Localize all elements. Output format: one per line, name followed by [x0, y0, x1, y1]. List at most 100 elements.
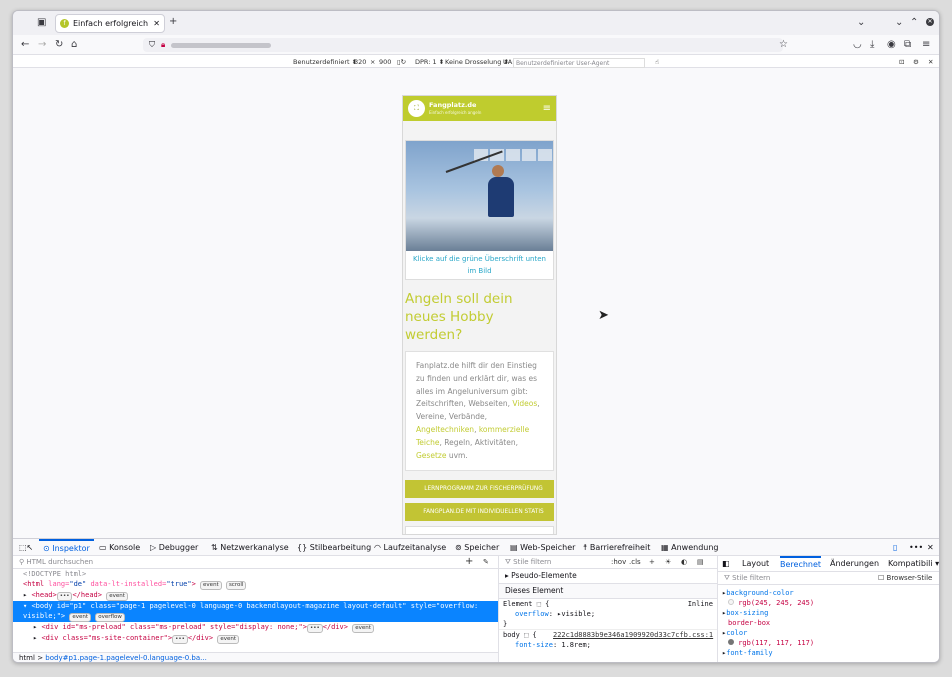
- thumbnail[interactable]: [506, 149, 520, 161]
- preload-div-node[interactable]: ▸ <div id="ms-preload" class="ms-preload…: [13, 622, 498, 633]
- computed-property[interactable]: ▸font-family: [718, 648, 939, 658]
- collapsed-badge[interactable]: •••: [306, 624, 323, 633]
- chevron-down-icon[interactable]: ⌄: [857, 18, 865, 28]
- computed-property[interactable]: ▸box-sizing: [718, 608, 939, 618]
- gesetze-link[interactable]: Gesetze: [416, 451, 446, 460]
- forward-icon[interactable]: →: [38, 40, 46, 50]
- thumbnail[interactable]: [522, 149, 536, 161]
- tab-inspektor[interactable]: ⊙ Inspektor: [39, 539, 94, 556]
- browser-styles-checkbox[interactable]: ☐ Browser-Stile: [878, 572, 932, 584]
- ua-input[interactable]: Benutzerdefinierter User-Agent: [513, 58, 645, 68]
- cls-toggle[interactable]: .cls: [629, 556, 641, 568]
- shield-icon[interactable]: ⛉: [149, 40, 155, 50]
- tab-speicher[interactable]: ⊚ Speicher: [455, 539, 499, 556]
- element-rule[interactable]: Element ⬚ {Inline: [499, 599, 717, 609]
- close-tab-icon[interactable]: ✕: [153, 19, 160, 28]
- doctype-line[interactable]: <!DOCTYPE html>: [13, 569, 498, 579]
- tab-layout[interactable]: Layout: [742, 556, 769, 572]
- computed-property[interactable]: ▸background-color: [718, 588, 939, 598]
- lernprogramm-button[interactable]: LERNPROGRAMM ZUR FISCHERPRÜFUNG: [405, 480, 554, 499]
- add-rule-icon[interactable]: +: [649, 556, 655, 568]
- lock-icon[interactable]: 🔒︎: [161, 40, 165, 50]
- settings-gear-icon[interactable]: ⚙: [913, 58, 919, 66]
- angeltechniken-link[interactable]: Angeltechniken: [416, 425, 474, 434]
- close-rdm-icon[interactable]: ✕: [928, 58, 933, 66]
- breadcrumb-body[interactable]: body#p1.page-1.pagelevel-0.language-0.ba…: [45, 654, 207, 662]
- computed-filter-input[interactable]: Stile filtern: [732, 574, 770, 582]
- tab-aenderungen[interactable]: Änderungen: [830, 556, 879, 572]
- pseudo-elements-section[interactable]: ▸ Pseudo-Elemente: [499, 569, 717, 584]
- tab-berechnet[interactable]: Berechnet: [780, 556, 822, 572]
- tab-konsole[interactable]: ▭ Konsole: [99, 539, 140, 556]
- account-icon[interactable]: ◉: [887, 40, 896, 50]
- stylesheet-link[interactable]: 222c1d8883b9e346a1909920d33c7cfb.css:1: [553, 630, 713, 640]
- menu-icon[interactable]: ≡: [922, 40, 930, 50]
- html-search-input[interactable]: HTML durchsuchen: [26, 558, 93, 566]
- collapsed-badge[interactable]: •••: [172, 635, 188, 644]
- fontsize-declaration[interactable]: font-size: 1.8rem;: [499, 640, 717, 650]
- videos-link[interactable]: Videos: [512, 399, 537, 408]
- tab-stilbearbeitung[interactable]: {} Stilbearbeitung: [297, 539, 371, 556]
- computed-property[interactable]: ▸color: [718, 628, 939, 638]
- event-badge[interactable]: event: [352, 624, 374, 633]
- hov-toggle[interactable]: :hov: [611, 556, 626, 568]
- extensions-icon[interactable]: ⧉: [904, 40, 911, 50]
- hero-image[interactable]: [406, 141, 553, 251]
- url-bar[interactable]: ⛉ 🔒︎: [143, 38, 783, 52]
- throttle-select[interactable]: Keine Drosselung ⬍: [445, 58, 509, 66]
- touch-icon[interactable]: ☝: [655, 58, 659, 66]
- color-swatch[interactable]: [728, 599, 734, 605]
- close-window-icon[interactable]: ✕: [926, 18, 934, 26]
- hamburger-menu-icon[interactable]: ≡: [543, 103, 551, 114]
- tab-anwendung[interactable]: ▦ Anwendung: [661, 539, 718, 556]
- eyedropper-icon[interactable]: ✎: [483, 556, 489, 568]
- screenshot-icon[interactable]: ⊡: [899, 58, 904, 66]
- height-input[interactable]: 900: [379, 58, 391, 66]
- site-container-node[interactable]: ▸ <div class="ms-site-container"> ••• </di…: [13, 633, 498, 644]
- devtools-menu-icon[interactable]: •••: [909, 539, 923, 556]
- body-node-selected[interactable]: ▾ <body id="p1" class="page-1 pagelevel-…: [13, 601, 498, 622]
- event-badge[interactable]: event: [200, 581, 222, 590]
- tab-laufzeitanalyse[interactable]: ◠ Laufzeitanalyse: [374, 539, 446, 556]
- tab-barrierefreiheit[interactable]: ☨ Barrierefreiheit: [583, 539, 650, 556]
- styles-filter-input[interactable]: Stile filtern: [513, 558, 551, 566]
- light-mode-icon[interactable]: ☀: [665, 556, 671, 568]
- body-rule[interactable]: body ⬚ {222c1d8883b9e346a1909920d33c7cfb…: [499, 629, 717, 640]
- tab-debugger[interactable]: ▷ Debugger: [150, 539, 198, 556]
- tab-list-icon[interactable]: ▣: [37, 18, 46, 28]
- collapsed-badge[interactable]: •••: [56, 592, 73, 601]
- scroll-badge[interactable]: scroll: [225, 581, 247, 590]
- event-badge[interactable]: event: [217, 635, 240, 644]
- thumbnail[interactable]: [538, 149, 552, 161]
- sidebar-toggle-icon[interactable]: ◧: [722, 556, 730, 572]
- add-node-icon[interactable]: +: [465, 556, 473, 568]
- bookmark-star-icon[interactable]: ☆: [779, 40, 788, 50]
- home-icon[interactable]: ⌂: [71, 40, 77, 50]
- head-node[interactable]: ▸ <head> ••• </head> event: [13, 590, 498, 601]
- new-tab-icon[interactable]: +: [169, 17, 177, 27]
- event-badge[interactable]: event: [69, 613, 92, 622]
- maximize-icon[interactable]: ⌃: [910, 18, 918, 28]
- pocket-icon[interactable]: ◡: [853, 40, 862, 50]
- tab-web-speicher[interactable]: ▤ Web-Speicher: [510, 539, 575, 556]
- overflow-badge[interactable]: overflow: [95, 613, 125, 622]
- breadcrumb-html[interactable]: html: [19, 654, 35, 662]
- fangplan-button[interactable]: FANGPLAN.DE MIT INDIVIDUELLEN STATIS: [405, 503, 554, 522]
- device-select[interactable]: Benutzerdefiniert ⬍: [293, 58, 357, 66]
- tab-kompatibilitaet[interactable]: Kompatibili ▾: [888, 556, 939, 572]
- site-brand[interactable]: Fangplatz.de Einfach erfolgreich angeln: [429, 101, 539, 116]
- back-icon[interactable]: ←: [21, 40, 29, 50]
- rotate-icon[interactable]: ▯↻: [397, 58, 406, 66]
- minimize-icon[interactable]: ⌄: [895, 18, 903, 28]
- close-devtools-icon[interactable]: ✕: [927, 539, 934, 556]
- slider-caption[interactable]: Klicke auf die grüne Überschrift unten i…: [406, 251, 553, 279]
- element-picker-icon[interactable]: ⬚↖: [19, 539, 33, 556]
- responsive-mode-icon[interactable]: ▯: [893, 539, 897, 556]
- overflow-declaration[interactable]: overflow: ▸visible;: [499, 609, 717, 619]
- event-badge[interactable]: event: [106, 592, 128, 601]
- dpr-select[interactable]: DPR: 1 ⬍: [415, 58, 444, 66]
- tab-netzwerkanalyse[interactable]: ⇅ Netzwerkanalyse: [211, 539, 289, 556]
- reload-icon[interactable]: ↻: [55, 40, 63, 50]
- browser-tab[interactable]: f Einfach erfolgreich ange ✕: [55, 14, 165, 33]
- color-swatch[interactable]: [728, 639, 734, 645]
